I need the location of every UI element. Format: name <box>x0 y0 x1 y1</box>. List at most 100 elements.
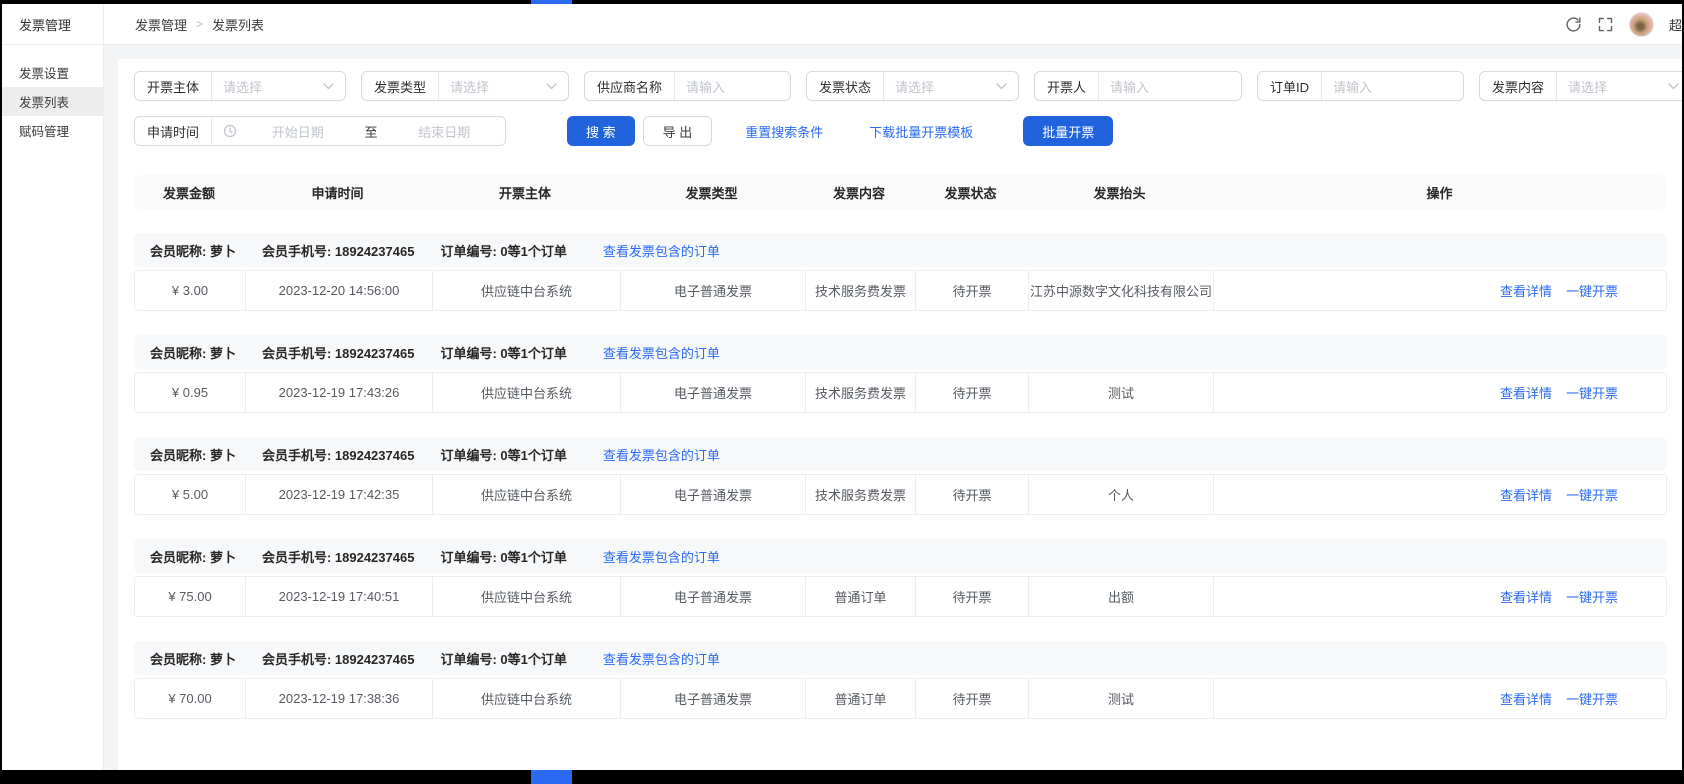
cell-amount: ¥ 0.95 <box>135 373 245 412</box>
date-range-separator: 至 <box>359 122 384 141</box>
view-included-orders-link[interactable]: 查看发票包含的订单 <box>603 547 720 566</box>
filter-field[interactable]: 开票主体 请选择 <box>134 71 346 101</box>
col-header-actions: 操作 <box>1212 183 1667 202</box>
one-click-invoice-link[interactable]: 一键开票 <box>1566 485 1618 504</box>
cell-actions: 查看详情 一键开票 <box>1213 271 1666 310</box>
filter-label: 供应商名称 <box>585 77 674 96</box>
cell-subject: 供应链中台系统 <box>432 373 620 412</box>
avatar[interactable] <box>1629 12 1654 37</box>
one-click-invoice-link[interactable]: 一键开票 <box>1566 689 1618 708</box>
invoice-group: 会员昵称: 萝卜 会员手机号: 18924237465 订单编号: 0等1个订单… <box>134 641 1667 719</box>
filter-field[interactable]: 供应商名称 请输入 <box>584 71 791 101</box>
one-click-invoice-link[interactable]: 一键开票 <box>1566 587 1618 606</box>
breadcrumb-separator: > <box>196 17 203 31</box>
invoice-group: 会员昵称: 萝卜 会员手机号: 18924237465 订单编号: 0等1个订单… <box>134 233 1667 311</box>
view-detail-link[interactable]: 查看详情 <box>1500 689 1552 708</box>
batch-invoice-button[interactable]: 批量开票 <box>1023 116 1113 146</box>
cell-status: 待开票 <box>915 475 1028 514</box>
view-included-orders-link[interactable]: 查看发票包含的订单 <box>603 343 720 362</box>
export-button[interactable]: 导 出 <box>643 116 713 146</box>
cell-apply-time: 2023-12-19 17:40:51 <box>245 577 432 616</box>
filter-placeholder: 请选择 <box>450 77 489 96</box>
col-header-amount: 发票金额 <box>134 183 244 202</box>
cell-subject: 供应链中台系统 <box>432 577 620 616</box>
breadcrumb-item-invoice-management[interactable]: 发票管理 <box>135 15 187 34</box>
filter-label: 订单ID <box>1258 77 1321 96</box>
order-number: 订单编号: 0等1个订单 <box>440 649 566 668</box>
col-header-invoice-type: 发票类型 <box>619 183 804 202</box>
filter-divider <box>211 117 212 145</box>
member-nickname: 会员昵称: 萝卜 <box>150 649 236 668</box>
chevron-down-icon <box>546 83 557 90</box>
cell-content: 技术服务费发票 <box>805 475 915 514</box>
filter-field[interactable]: 开票人 请输入 <box>1034 71 1242 101</box>
one-click-invoice-link[interactable]: 一键开票 <box>1566 383 1618 402</box>
filter-label: 发票内容 <box>1480 77 1556 96</box>
group-header: 会员昵称: 萝卜 会员手机号: 18924237465 订单编号: 0等1个订单… <box>134 437 1667 471</box>
one-click-invoice-link[interactable]: 一键开票 <box>1566 281 1618 300</box>
view-detail-link[interactable]: 查看详情 <box>1500 485 1552 504</box>
sidebar: 发票管理 发票设置 发票列表 赋码管理 <box>2 4 104 770</box>
filter-field[interactable]: 发票状态 请选择 <box>806 71 1019 101</box>
cell-status: 待开票 <box>915 271 1028 310</box>
invoice-row: ¥ 75.00 2023-12-19 17:40:51 供应链中台系统 电子普通… <box>134 576 1667 617</box>
sidebar-item-code-management[interactable]: 赋码管理 <box>2 116 103 145</box>
cell-status: 待开票 <box>915 679 1028 718</box>
view-detail-link[interactable]: 查看详情 <box>1500 383 1552 402</box>
chevron-down-icon <box>1668 83 1679 90</box>
topbar-right: 超级管理员 <box>1565 12 1682 37</box>
view-detail-link[interactable]: 查看详情 <box>1500 281 1552 300</box>
view-included-orders-link[interactable]: 查看发票包含的订单 <box>603 241 720 260</box>
invoice-group: 会员昵称: 萝卜 会员手机号: 18924237465 订单编号: 0等1个订单… <box>134 335 1667 413</box>
user-name[interactable]: 超级管理员 <box>1669 15 1682 34</box>
invoice-row: ¥ 3.00 2023-12-20 14:56:00 供应链中台系统 电子普通发… <box>134 270 1667 311</box>
order-number: 订单编号: 0等1个订单 <box>440 547 566 566</box>
filter-field[interactable]: 发票类型 请选择 <box>361 71 569 101</box>
member-nickname: 会员昵称: 萝卜 <box>150 343 236 362</box>
col-header-subject: 开票主体 <box>431 183 619 202</box>
sidebar-item-invoice-list[interactable]: 发票列表 <box>2 87 103 116</box>
end-date-input[interactable]: 结束日期 <box>384 122 505 141</box>
member-phone: 会员手机号: 18924237465 <box>262 547 414 566</box>
download-batch-template-link[interactable]: 下载批量开票模板 <box>869 122 973 141</box>
view-detail-link[interactable]: 查看详情 <box>1500 587 1552 606</box>
filter-label: 开票主体 <box>135 77 211 96</box>
sidebar-title: 发票管理 <box>2 4 103 45</box>
filter-field[interactable]: 订单ID 请输入 <box>1257 71 1464 101</box>
cell-invoice-type: 电子普通发票 <box>620 373 805 412</box>
cell-apply-time: 2023-12-20 14:56:00 <box>245 271 432 310</box>
order-number: 订单编号: 0等1个订单 <box>440 241 566 260</box>
filter-placeholder: 请输入 <box>1333 77 1372 96</box>
col-header-apply-time: 申请时间 <box>244 183 431 202</box>
cell-actions: 查看详情 一键开票 <box>1213 577 1666 616</box>
filter-placeholder: 请输入 <box>1110 77 1149 96</box>
view-included-orders-link[interactable]: 查看发票包含的订单 <box>603 445 720 464</box>
group-header: 会员昵称: 萝卜 会员手机号: 18924237465 订单编号: 0等1个订单… <box>134 539 1667 573</box>
cell-status: 待开票 <box>915 373 1028 412</box>
member-nickname: 会员昵称: 萝卜 <box>150 445 236 464</box>
frame-accent-bottom <box>531 770 572 784</box>
group-header: 会员昵称: 萝卜 会员手机号: 18924237465 订单编号: 0等1个订单… <box>134 335 1667 369</box>
clock-icon <box>223 124 237 138</box>
refresh-icon[interactable] <box>1565 16 1582 33</box>
cell-subject: 供应链中台系统 <box>432 271 620 310</box>
fullscreen-icon[interactable] <box>1597 16 1614 33</box>
filter-field[interactable]: 发票内容 请选择 <box>1479 71 1682 101</box>
cell-apply-time: 2023-12-19 17:43:26 <box>245 373 432 412</box>
cell-apply-time: 2023-12-19 17:38:36 <box>245 679 432 718</box>
invoice-row: ¥ 5.00 2023-12-19 17:42:35 供应链中台系统 电子普通发… <box>134 474 1667 515</box>
start-date-input[interactable]: 开始日期 <box>237 122 358 141</box>
view-included-orders-link[interactable]: 查看发票包含的订单 <box>603 649 720 668</box>
apply-time-range-filter[interactable]: 申请时间 开始日期 至 结束日期 <box>134 116 506 146</box>
filter-placeholder: 请输入 <box>686 77 725 96</box>
cell-title: 测试 <box>1028 373 1213 412</box>
main-area: 发票管理 > 发票列表 超级管理员 <box>104 4 1682 770</box>
table-body: 会员昵称: 萝卜 会员手机号: 18924237465 订单编号: 0等1个订单… <box>134 233 1667 719</box>
cell-actions: 查看详情 一键开票 <box>1213 475 1666 514</box>
sidebar-item-invoice-settings[interactable]: 发票设置 <box>2 58 103 87</box>
cell-invoice-type: 电子普通发票 <box>620 679 805 718</box>
cell-apply-time: 2023-12-19 17:42:35 <box>245 475 432 514</box>
search-button[interactable]: 搜 索 <box>567 116 635 146</box>
col-header-title: 发票抬头 <box>1027 183 1212 202</box>
reset-search-link[interactable]: 重置搜索条件 <box>745 122 823 141</box>
